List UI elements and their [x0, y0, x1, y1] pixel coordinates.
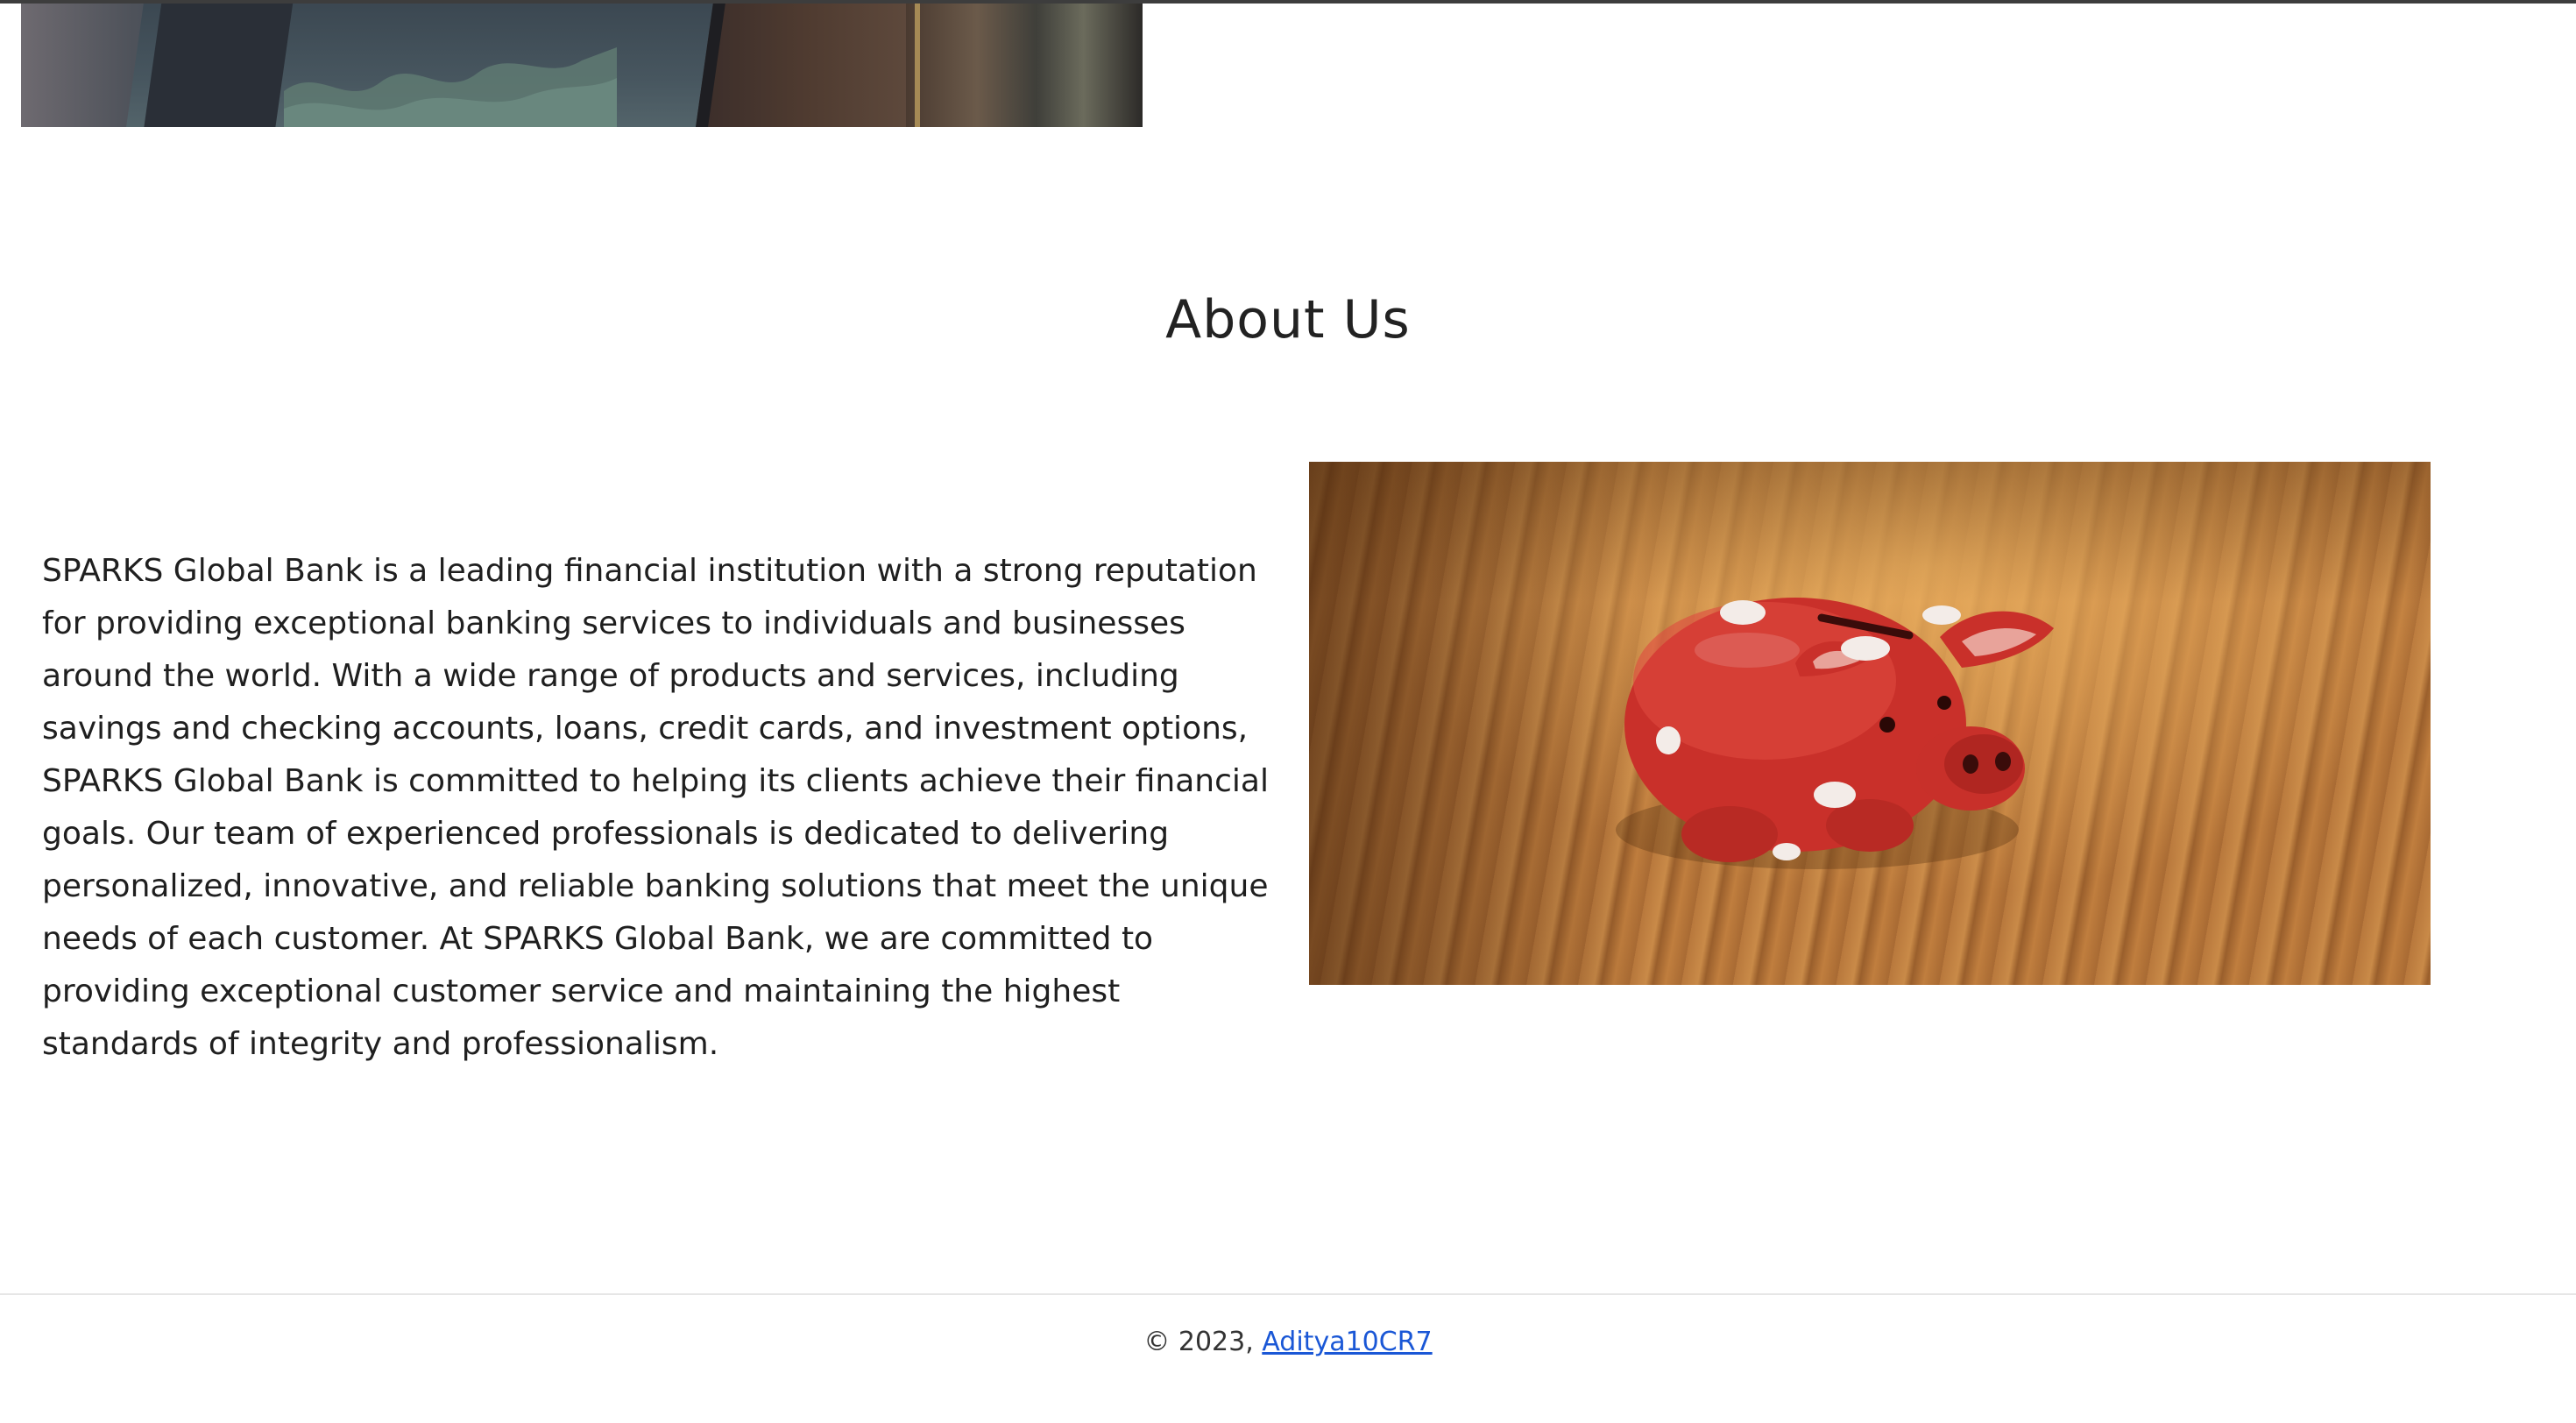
piggy-bank-image [1309, 462, 2431, 985]
author-link[interactable]: Aditya10CR7 [1262, 1327, 1432, 1357]
screen-sidebar [143, 4, 294, 127]
shelf-edge [915, 4, 920, 127]
chart-wave-graphic [284, 47, 617, 127]
copyright-text: © 2023, [1143, 1327, 1263, 1357]
piggy-bank-graphic [1616, 598, 2054, 869]
hero-dashboard-image [21, 4, 1143, 127]
about-us-heading: About Us [1165, 289, 1411, 350]
footer: © 2023, Aditya10CR7 [0, 1293, 2576, 1423]
footer-copyright: © 2023, Aditya10CR7 [0, 1327, 2576, 1357]
background-shelf [906, 4, 1143, 127]
about-paragraph: SPARKS Global Bank is a leading financia… [42, 553, 1269, 1062]
